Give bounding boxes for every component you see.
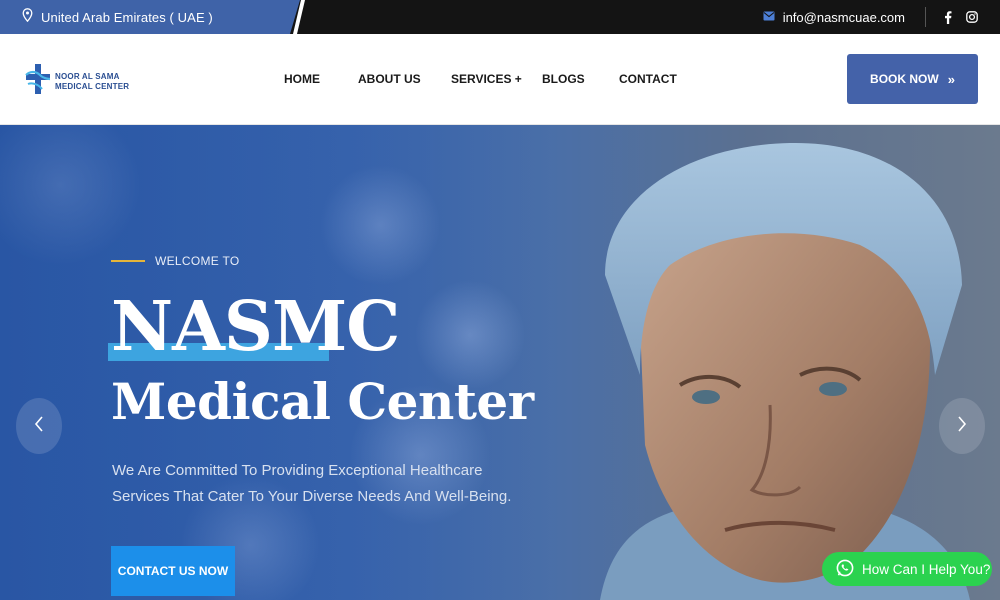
- whatsapp-icon: [836, 559, 854, 580]
- book-now-label: BOOK NOW: [870, 72, 939, 86]
- email-link[interactable]: info@nasmcuae.com: [763, 8, 925, 26]
- logo-line1: NOOR AL SAMA: [55, 71, 120, 81]
- contact-us-now-button[interactable]: CONTACT US NOW: [111, 546, 235, 596]
- nav-blogs[interactable]: BLOGS: [542, 72, 585, 86]
- chevron-right-icon: [957, 415, 967, 438]
- location-text: United Arab Emirates ( UAE ): [41, 9, 213, 25]
- site-header: NOOR AL SAMA MEDICAL CENTER HOME ABOUT U…: [0, 34, 1000, 125]
- nav-home[interactable]: HOME: [284, 72, 320, 86]
- whatsapp-chat-button[interactable]: How Can I Help You?: [822, 552, 992, 586]
- envelope-icon: [763, 8, 775, 26]
- facebook-icon[interactable]: [944, 10, 952, 24]
- location-strip: United Arab Emirates ( UAE ): [0, 0, 300, 34]
- whatsapp-label: How Can I Help You?: [862, 561, 991, 577]
- medical-cross-logo-icon: [24, 62, 52, 101]
- chevron-left-icon: [34, 415, 44, 438]
- book-now-button[interactable]: BOOK NOW »: [847, 54, 978, 104]
- instagram-icon[interactable]: [966, 11, 978, 23]
- double-chevron-right-icon: »: [947, 71, 955, 87]
- logo-line2: MEDICAL CENTER: [55, 81, 130, 91]
- hero-slider: WELCOME TO NASMC Medical Center We Are C…: [0, 125, 1000, 600]
- nav-services[interactable]: SERVICES +: [451, 72, 522, 86]
- topbar-divider: [925, 7, 926, 27]
- nav-about-us[interactable]: ABOUT US: [358, 72, 421, 86]
- map-pin-icon: [22, 7, 33, 27]
- hero-subtitle: We Are Committed To Providing Exceptiona…: [112, 462, 512, 505]
- hero-title-nasmc: NASMC: [111, 287, 400, 367]
- slider-next-button[interactable]: [939, 398, 985, 454]
- welcome-accent-line: [111, 260, 145, 262]
- welcome-text: WELCOME TO: [155, 254, 240, 268]
- logo[interactable]: NOOR AL SAMA MEDICAL CENTER: [24, 62, 129, 101]
- slider-prev-button[interactable]: [16, 398, 62, 454]
- nav-contact[interactable]: CONTACT: [619, 72, 677, 86]
- top-bar: United Arab Emirates ( UAE ) info@nasmcu…: [0, 0, 1000, 34]
- hero-title-medical-center: Medical Center: [111, 372, 534, 431]
- email-text: info@nasmcuae.com: [782, 9, 905, 25]
